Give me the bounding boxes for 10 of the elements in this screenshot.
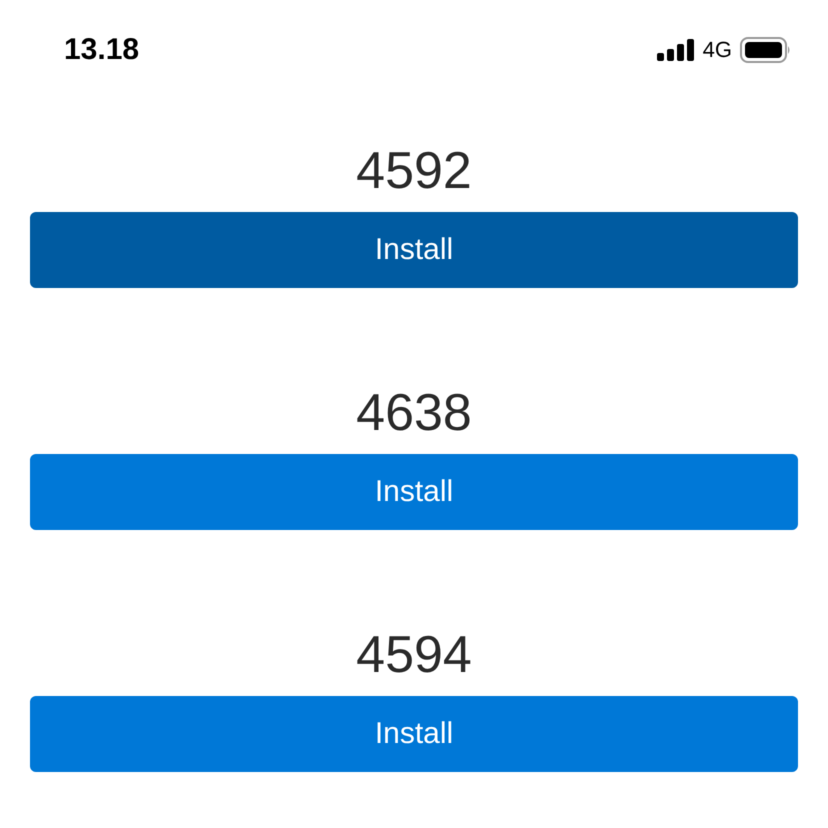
install-button[interactable]: Install bbox=[30, 454, 798, 530]
install-button[interactable]: Install bbox=[30, 696, 798, 772]
version-number: 4638 bbox=[356, 384, 472, 442]
battery-icon bbox=[740, 37, 792, 63]
status-time: 13.18 bbox=[64, 33, 140, 67]
install-button[interactable]: Install bbox=[30, 212, 798, 288]
signal-icon bbox=[656, 39, 695, 61]
network-label: 4G bbox=[702, 37, 732, 63]
version-number: 4594 bbox=[356, 626, 472, 684]
version-number: 4592 bbox=[356, 142, 472, 200]
